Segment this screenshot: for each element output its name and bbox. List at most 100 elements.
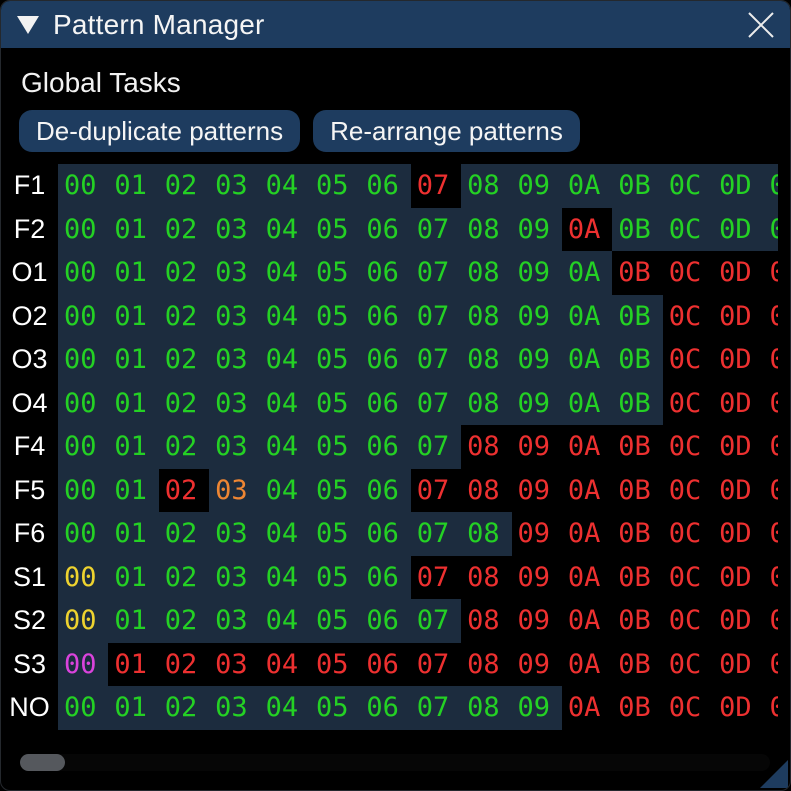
pattern-cell[interactable]: 02: [159, 295, 209, 339]
pattern-cell[interactable]: 0E: [763, 512, 778, 556]
pattern-cell[interactable]: 0D: [713, 338, 763, 382]
pattern-cell[interactable]: 03: [209, 382, 259, 426]
pattern-cell[interactable]: 00: [58, 382, 108, 426]
pattern-cell[interactable]: 02: [159, 338, 209, 382]
pattern-cell[interactable]: 06: [360, 643, 410, 687]
pattern-cell[interactable]: 0E: [763, 599, 778, 643]
pattern-cell[interactable]: 0A: [562, 338, 612, 382]
pattern-cell[interactable]: 03: [209, 425, 259, 469]
pattern-cell[interactable]: 01: [108, 556, 158, 600]
pattern-cell[interactable]: 08: [461, 208, 511, 252]
pattern-cell[interactable]: 0D: [713, 295, 763, 339]
pattern-cell[interactable]: 0E: [763, 295, 778, 339]
pattern-cell[interactable]: 0B: [612, 643, 662, 687]
pattern-cell[interactable]: 05: [310, 295, 360, 339]
pattern-cell[interactable]: 09: [512, 512, 562, 556]
pattern-cell[interactable]: 04: [260, 686, 310, 730]
pattern-cell[interactable]: 0B: [612, 382, 662, 426]
pattern-cell[interactable]: 0B: [612, 512, 662, 556]
pattern-cell[interactable]: 02: [159, 556, 209, 600]
close-icon[interactable]: [746, 10, 776, 40]
pattern-cell[interactable]: 0A: [562, 643, 612, 687]
pattern-cell[interactable]: 02: [159, 382, 209, 426]
pattern-cell[interactable]: 0C: [663, 556, 713, 600]
pattern-cell[interactable]: 0E: [763, 208, 778, 252]
pattern-cell[interactable]: 08: [461, 556, 511, 600]
pattern-cell[interactable]: 06: [360, 599, 410, 643]
pattern-cell[interactable]: 03: [209, 338, 259, 382]
pattern-cell[interactable]: 01: [108, 686, 158, 730]
pattern-cell[interactable]: 00: [58, 164, 108, 208]
pattern-cell[interactable]: 04: [260, 556, 310, 600]
collapse-triangle-icon[interactable]: [17, 16, 39, 34]
pattern-cell[interactable]: 0A: [562, 599, 612, 643]
pattern-cell[interactable]: 08: [461, 686, 511, 730]
pattern-cell[interactable]: 0A: [562, 512, 612, 556]
pattern-cell[interactable]: 06: [360, 382, 410, 426]
pattern-cell[interactable]: 02: [159, 208, 209, 252]
pattern-cell[interactable]: 01: [108, 599, 158, 643]
pattern-cell[interactable]: 0D: [713, 469, 763, 513]
pattern-cell[interactable]: 03: [209, 686, 259, 730]
pattern-cell[interactable]: 00: [58, 686, 108, 730]
pattern-cell[interactable]: 05: [310, 208, 360, 252]
pattern-cell[interactable]: 09: [512, 382, 562, 426]
pattern-cell[interactable]: 0E: [763, 164, 778, 208]
pattern-cell[interactable]: 03: [209, 512, 259, 556]
pattern-cell[interactable]: 05: [310, 686, 360, 730]
pattern-cell[interactable]: 0B: [612, 295, 662, 339]
pattern-cell[interactable]: 07: [411, 512, 461, 556]
pattern-cell[interactable]: 0B: [612, 556, 662, 600]
pattern-cell[interactable]: 00: [58, 556, 108, 600]
pattern-cell[interactable]: 0E: [763, 425, 778, 469]
pattern-cell[interactable]: 01: [108, 295, 158, 339]
pattern-cell[interactable]: 0D: [713, 512, 763, 556]
pattern-cell[interactable]: 05: [310, 512, 360, 556]
pattern-cell[interactable]: 07: [411, 425, 461, 469]
pattern-cell[interactable]: 0C: [663, 469, 713, 513]
pattern-cell[interactable]: 03: [209, 295, 259, 339]
pattern-cell[interactable]: 04: [260, 295, 310, 339]
pattern-cell[interactable]: 01: [108, 512, 158, 556]
pattern-cell[interactable]: 0C: [663, 382, 713, 426]
pattern-cell[interactable]: 06: [360, 164, 410, 208]
pattern-cell[interactable]: 07: [411, 599, 461, 643]
pattern-cell[interactable]: 06: [360, 208, 410, 252]
horizontal-scrollbar-track[interactable]: [20, 754, 770, 771]
pattern-cell[interactable]: 07: [411, 469, 461, 513]
pattern-cell[interactable]: 0C: [663, 643, 713, 687]
pattern-cell[interactable]: 0C: [663, 295, 713, 339]
pattern-cell[interactable]: 00: [58, 425, 108, 469]
pattern-cell[interactable]: 0D: [713, 208, 763, 252]
pattern-cell[interactable]: 04: [260, 208, 310, 252]
pattern-cell[interactable]: 06: [360, 251, 410, 295]
pattern-cell[interactable]: 09: [512, 599, 562, 643]
resize-grip-icon[interactable]: [760, 760, 788, 788]
pattern-cell[interactable]: 0D: [713, 425, 763, 469]
pattern-cell[interactable]: 03: [209, 164, 259, 208]
pattern-cell[interactable]: 08: [461, 425, 511, 469]
pattern-cell[interactable]: 01: [108, 425, 158, 469]
pattern-cell[interactable]: 05: [310, 382, 360, 426]
pattern-cell[interactable]: 02: [159, 164, 209, 208]
pattern-cell[interactable]: 0A: [562, 208, 612, 252]
pattern-cell[interactable]: 07: [411, 208, 461, 252]
pattern-cell[interactable]: 00: [58, 469, 108, 513]
pattern-cell[interactable]: 03: [209, 208, 259, 252]
pattern-cell[interactable]: 02: [159, 512, 209, 556]
deduplicate-patterns-button[interactable]: De-duplicate patterns: [19, 110, 300, 152]
title-bar[interactable]: Pattern Manager: [1, 1, 790, 48]
rearrange-patterns-button[interactable]: Re-arrange patterns: [313, 110, 580, 152]
pattern-cell[interactable]: 09: [512, 556, 562, 600]
pattern-cell[interactable]: 00: [58, 338, 108, 382]
pattern-cell[interactable]: 02: [159, 425, 209, 469]
pattern-cell[interactable]: 0D: [713, 164, 763, 208]
pattern-cell[interactable]: 05: [310, 469, 360, 513]
pattern-cell[interactable]: 0A: [562, 382, 612, 426]
pattern-cell[interactable]: 0B: [612, 425, 662, 469]
pattern-cell[interactable]: 0A: [562, 251, 612, 295]
pattern-cell[interactable]: 07: [411, 686, 461, 730]
pattern-cell[interactable]: 0B: [612, 251, 662, 295]
pattern-cell[interactable]: 03: [209, 251, 259, 295]
pattern-cell[interactable]: 0C: [663, 164, 713, 208]
